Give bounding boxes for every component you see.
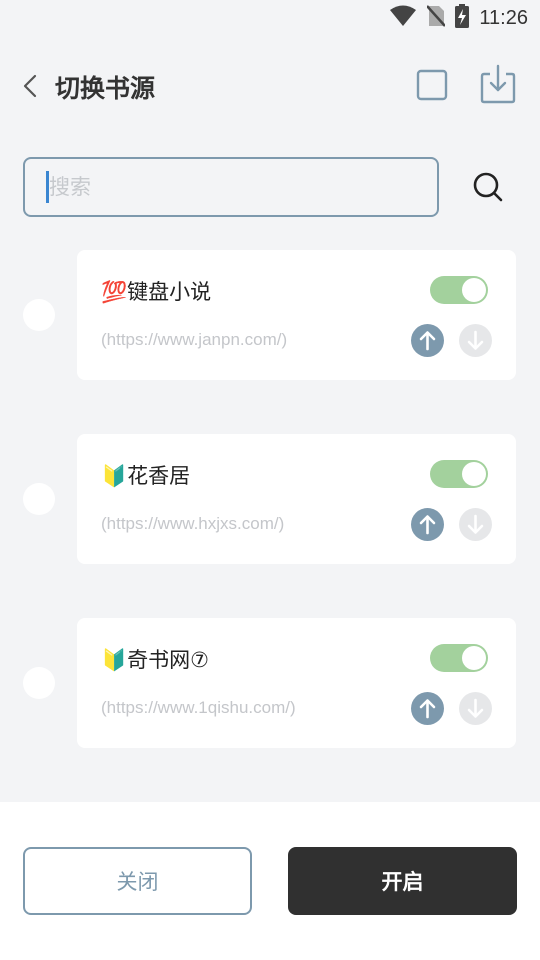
bottom-action-bar: 关闭 开启	[0, 802, 540, 960]
source-card[interactable]: 🔰花香居 (https://www.hxjxs.com/)	[77, 434, 516, 564]
source-card[interactable]: 🔰奇书网⑦ (https://www.1qishu.com/)	[77, 618, 516, 748]
source-url: (https://www.1qishu.com/)	[101, 698, 296, 717]
move-up-button[interactable]	[411, 692, 444, 725]
move-down-button[interactable]	[459, 692, 492, 725]
arrow-down-icon	[467, 698, 484, 718]
status-bar: 11:26	[0, 0, 540, 36]
move-up-button[interactable]	[411, 508, 444, 541]
search-icon	[473, 172, 503, 202]
source-enable-toggle[interactable]	[430, 644, 488, 672]
enable-button[interactable]: 开启	[288, 847, 517, 915]
arrow-down-icon	[467, 330, 484, 350]
source-card[interactable]: 💯键盘小说 (https://www.janpn.com/)	[77, 250, 516, 380]
row-select-checkbox[interactable]	[23, 483, 55, 515]
search-input[interactable]	[23, 157, 439, 217]
arrow-up-icon	[419, 699, 436, 719]
source-row: 🔰奇书网⑦ (https://www.1qishu.com/)	[0, 618, 540, 802]
arrow-up-icon	[419, 515, 436, 535]
arrow-down-icon	[467, 514, 484, 534]
no-sim-icon	[426, 4, 447, 32]
source-enable-toggle[interactable]	[430, 460, 488, 488]
search-button[interactable]	[468, 167, 508, 207]
checkbox-icon	[416, 69, 448, 101]
status-icons: 11:26	[389, 4, 528, 32]
source-url: (https://www.janpn.com/)	[101, 330, 288, 349]
status-time: 11:26	[479, 6, 528, 29]
battery-charging-icon	[455, 4, 470, 32]
source-name: 🔰花香居	[101, 464, 191, 488]
toggle-knob	[462, 646, 486, 670]
source-name: 💯键盘小说	[101, 280, 212, 304]
row-select-checkbox[interactable]	[23, 667, 55, 699]
back-button[interactable]	[16, 70, 44, 102]
select-all-button[interactable]	[415, 68, 449, 102]
source-list: 💯键盘小说 (https://www.janpn.com/) 🔰花香居 (htt…	[0, 250, 540, 802]
move-up-button[interactable]	[411, 324, 444, 357]
header: 切换书源	[0, 56, 540, 116]
move-down-button[interactable]	[459, 324, 492, 357]
toggle-knob	[462, 278, 486, 302]
arrow-up-icon	[419, 331, 436, 351]
row-select-checkbox[interactable]	[23, 299, 55, 331]
close-button[interactable]: 关闭	[23, 847, 252, 915]
source-enable-toggle[interactable]	[430, 276, 488, 304]
toggle-knob	[462, 462, 486, 486]
import-download-icon	[480, 64, 516, 104]
move-down-button[interactable]	[459, 508, 492, 541]
source-row: 💯键盘小说 (https://www.janpn.com/)	[0, 250, 540, 434]
page-title: 切换书源	[55, 74, 156, 103]
wifi-icon	[389, 5, 417, 31]
text-cursor	[46, 171, 49, 203]
source-row: 🔰花香居 (https://www.hxjxs.com/)	[0, 434, 540, 618]
import-button[interactable]	[478, 64, 518, 104]
source-name: 🔰奇书网⑦	[101, 648, 209, 672]
source-url: (https://www.hxjxs.com/)	[101, 514, 285, 533]
back-arrow-icon	[23, 74, 37, 98]
